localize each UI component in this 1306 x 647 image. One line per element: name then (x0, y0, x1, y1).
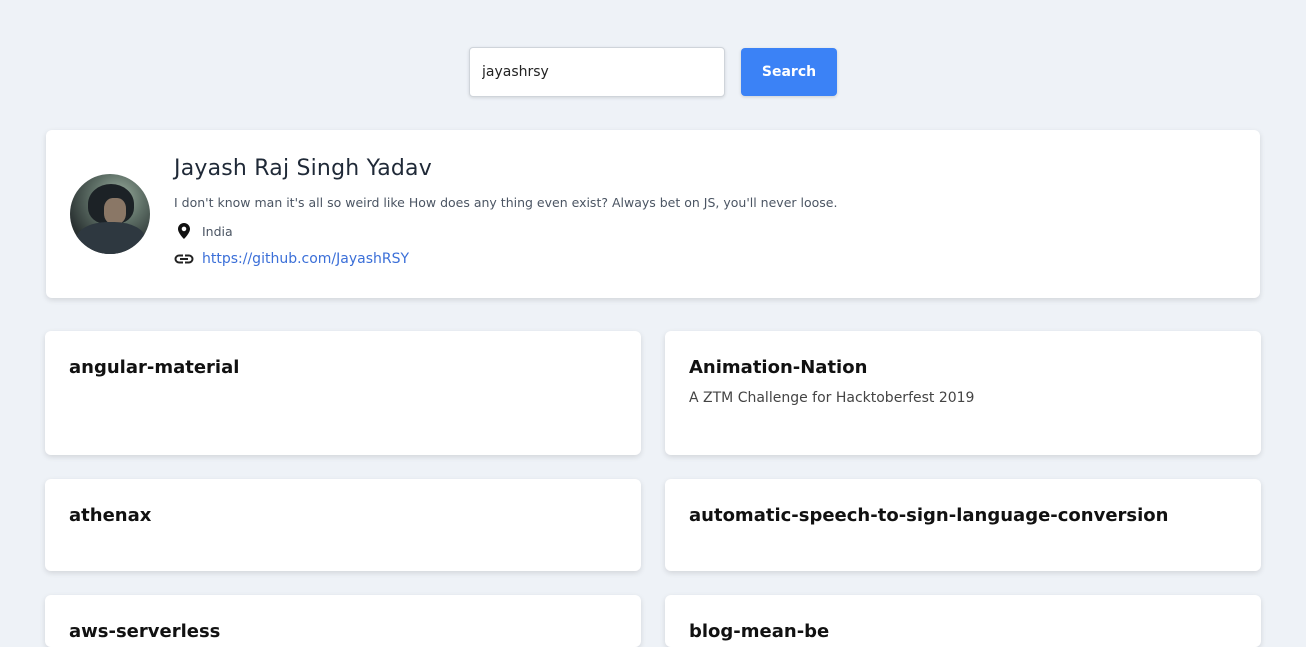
profile-info: Jayash Raj Singh Yadav I don't know man … (174, 156, 837, 268)
repo-card[interactable]: blog-mean-be (665, 595, 1261, 647)
repo-card[interactable]: automatic-speech-to-sign-language-conver… (665, 479, 1261, 571)
repo-card[interactable]: Animation-Nation A ZTM Challenge for Hac… (665, 331, 1261, 455)
link-icon (174, 250, 194, 268)
repo-description: A ZTM Challenge for Hacktoberfest 2019 (689, 390, 975, 406)
link-row: https://github.com/JayashRSY (174, 250, 837, 268)
search-bar: Search (469, 47, 837, 97)
avatar (70, 174, 150, 254)
location-text: India (202, 223, 233, 239)
repo-name: aws-serverless (69, 621, 221, 642)
search-button[interactable]: Search (741, 48, 837, 96)
location-row: India (174, 222, 837, 240)
repo-name: athenax (69, 505, 152, 526)
profile-link[interactable]: https://github.com/JayashRSY (202, 251, 409, 267)
profile-name: Jayash Raj Singh Yadav (174, 156, 432, 181)
repo-name: Animation-Nation (689, 357, 868, 378)
repo-card[interactable]: aws-serverless (45, 595, 641, 647)
map-pin-icon (174, 222, 194, 240)
repo-card[interactable]: athenax (45, 479, 641, 571)
profile-bio: I don't know man it's all so weird like … (174, 195, 838, 210)
repo-name: blog-mean-be (689, 621, 830, 642)
search-input[interactable] (469, 47, 725, 97)
profile-card: Jayash Raj Singh Yadav I don't know man … (46, 130, 1260, 298)
repo-name: angular-material (69, 357, 240, 378)
repo-card[interactable]: angular-material (45, 331, 641, 455)
repo-name: automatic-speech-to-sign-language-conver… (689, 505, 1169, 526)
